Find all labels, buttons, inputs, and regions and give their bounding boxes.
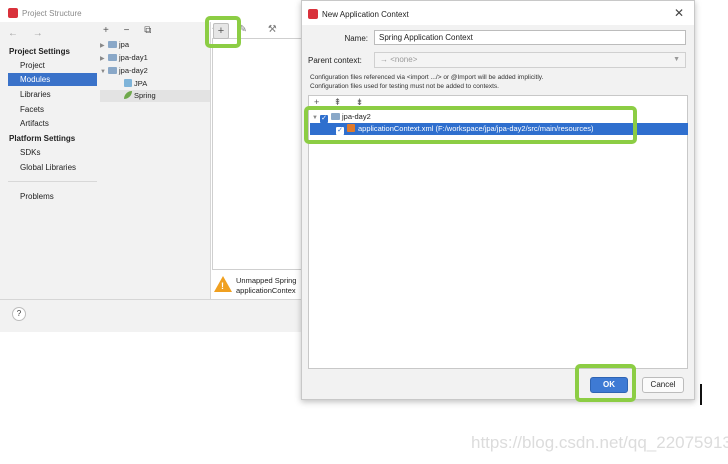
sidebar-item-modules[interactable]: Modules (8, 73, 97, 86)
module-folder-icon (108, 54, 117, 61)
help-button[interactable]: ? (12, 307, 26, 321)
sidebar-item-global-libraries[interactable]: Global Libraries (8, 161, 97, 174)
tree-node-jpa-day1[interactable]: ▶ jpa-day1 (100, 52, 148, 64)
collapse-arrow-icon[interactable]: ▼ (100, 66, 108, 78)
warning-exclamation: ! (221, 281, 224, 291)
platform-settings-header: Platform Settings (9, 134, 76, 143)
sidebar-item-problems[interactable]: Problems (8, 190, 97, 203)
sidebar-item-facets[interactable]: Facets (8, 103, 97, 116)
intellij-logo-icon (8, 8, 18, 18)
window-title: Project Structure (22, 9, 82, 18)
back-forward-nav[interactable]: ← → (8, 28, 49, 39)
tree-node-spring-facet[interactable]: Spring (100, 90, 210, 102)
project-settings-header: Project Settings (9, 47, 70, 56)
parent-context-label: Parent context: (308, 56, 362, 65)
intellij-logo-icon (308, 9, 318, 19)
tree-node-jpa-day2[interactable]: ▼ jpa-day2 (100, 65, 148, 77)
parent-context-select[interactable]: → <none> ▼ (374, 52, 686, 68)
cancel-button[interactable]: Cancel (642, 377, 684, 393)
modules-toolbar[interactable]: + − ⧉ (103, 25, 157, 36)
expand-arrow-icon[interactable]: ▶ (100, 53, 108, 65)
watermark-text: https://blog.csdn.net/qq_22075913 (471, 433, 728, 452)
unmapped-warning[interactable]: Unmapped Spring applicationContex (236, 276, 310, 296)
sidebar-item-sdks[interactable]: SDKs (8, 146, 97, 159)
new-application-context-dialog: New Application Context ✕ Name: Spring A… (301, 0, 695, 400)
sidebar-item-libraries[interactable]: Libraries (8, 88, 97, 101)
sidebar-divider (8, 181, 97, 182)
name-label: Name: (344, 34, 368, 43)
screenshot-root: Project Structure ← → Project Settings P… (0, 0, 728, 464)
sidebar-item-project[interactable]: Project (8, 59, 97, 72)
info-testing-note: Configuration files used for testing mus… (310, 83, 499, 90)
tree-node-jpa[interactable]: ▶ jpa (100, 39, 129, 51)
add-context-button[interactable]: + (213, 23, 229, 39)
info-import-note: Configuration files referenced via <impo… (310, 74, 544, 81)
dialog-titlebar: New Application Context ✕ (302, 1, 694, 25)
context-list[interactable] (212, 38, 310, 270)
highlight-config-tree (304, 106, 637, 144)
sidebar-item-artifacts[interactable]: Artifacts (8, 117, 97, 130)
highlight-ok-button (575, 364, 636, 402)
chevron-down-icon: ▼ (673, 56, 680, 63)
window-footer (0, 299, 310, 332)
module-folder-icon (108, 41, 117, 48)
window-titlebar: Project Structure (0, 0, 310, 22)
close-icon[interactable]: ✕ (674, 6, 684, 20)
spring-leaf-icon (124, 91, 132, 99)
expand-arrow-icon[interactable]: ▶ (100, 40, 108, 52)
text-cursor (700, 384, 702, 405)
module-folder-icon (108, 67, 117, 74)
name-input[interactable]: Spring Application Context (374, 30, 686, 45)
jpa-facet-icon (124, 79, 132, 87)
project-structure-window: Project Structure ← → Project Settings P… (0, 0, 310, 332)
tree-node-jpa-facet[interactable]: JPA (124, 78, 147, 90)
dialog-title: New Application Context (322, 10, 409, 19)
